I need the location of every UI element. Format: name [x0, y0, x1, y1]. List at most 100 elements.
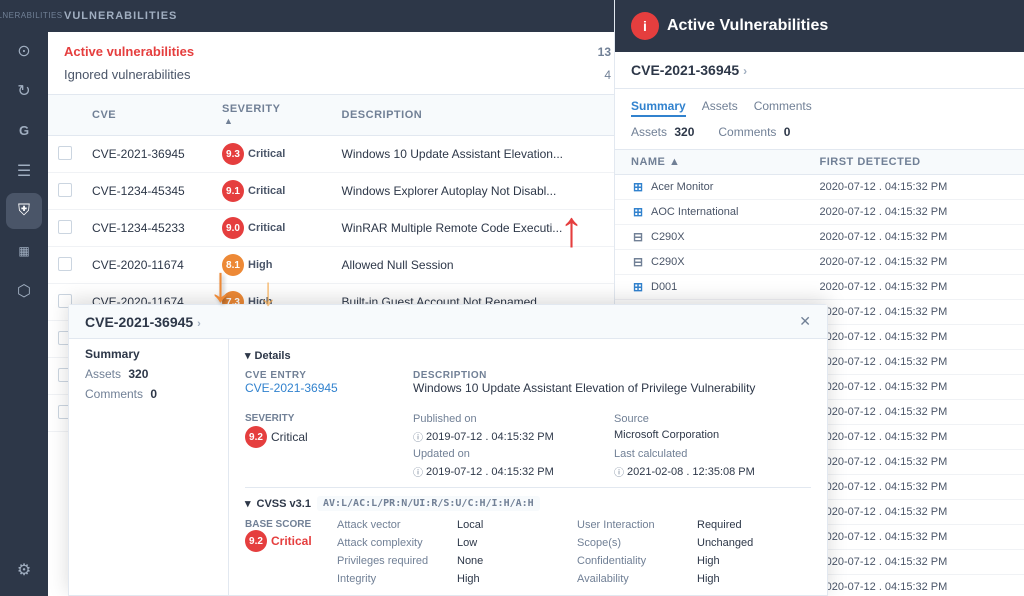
sidebar-item-settings[interactable]: ⚙	[6, 552, 42, 588]
asset-detected: 2020-07-12 . 04:15:32 PM	[820, 331, 1009, 343]
asset-detected: 2020-07-12 . 04:15:32 PM	[820, 556, 1009, 568]
cvss-field-value: High	[697, 555, 811, 567]
cvss-field-label: Confidentiality	[577, 555, 691, 567]
cvss-field-value: High	[697, 573, 811, 585]
asset-detected: 2020-07-12 . 04:15:32 PM	[820, 231, 1009, 243]
cvss-field-label: Attack complexity	[337, 537, 451, 549]
base-score-badge: 9.2	[245, 530, 267, 552]
row-checkbox[interactable]	[48, 247, 82, 284]
cvss-field-value: High	[457, 573, 571, 585]
sidebar-item-box[interactable]: ⬡	[6, 273, 42, 309]
summary-tabs: Summary Assets Comments	[631, 99, 1008, 117]
sidebar-item-graph[interactable]: G	[6, 113, 42, 149]
row-description: Windows 10 Update Assistant Elevation...	[332, 136, 627, 173]
row-checkbox[interactable]	[48, 173, 82, 210]
list-item[interactable]: ⊞ D001 2020-07-12 . 04:15:32 PM	[615, 275, 1024, 300]
cvss-field-label: Attack vector	[337, 519, 451, 531]
asset-detected: 2020-07-12 . 04:15:32 PM	[820, 506, 1009, 518]
source-value: Microsoft Corporation	[614, 429, 811, 444]
asset-detected: 2020-07-12 . 04:15:32 PM	[820, 431, 1009, 443]
table-row[interactable]: CVE-2020-11674 8.1 High Allowed Null Ses…	[48, 247, 627, 284]
table-row[interactable]: CVE-1234-45345 9.1 Critical Windows Expl…	[48, 173, 627, 210]
asset-detected: 2020-07-12 . 04:15:32 PM	[820, 381, 1009, 393]
right-panel-header: i Active Vulnerabilities	[615, 0, 1024, 52]
row-cve: CVE-2021-36945	[82, 136, 212, 173]
last-calc-value: ⓘ 2021-02-08 . 12:35:08 PM	[614, 464, 811, 479]
asset-name: ⊟ C290X	[631, 230, 820, 244]
description-section: Description Windows 10 Update Assistant …	[413, 370, 811, 395]
row-sev-extra	[302, 136, 332, 173]
detail-close-button[interactable]: ✕	[799, 313, 811, 330]
asset-detected: 2020-07-12 . 04:15:32 PM	[820, 456, 1009, 468]
asset-detected: 2020-07-12 . 04:15:32 PM	[820, 206, 1009, 218]
assets-table-header: NAME ▲ FIRST DETECTED	[615, 150, 1024, 175]
detail-panel: CVE-2021-36945 › ✕ Summary Assets 320 Co…	[68, 304, 828, 596]
asset-name: ⊞ AOC International	[631, 205, 820, 219]
asset-detected: 2020-07-12 . 04:15:32 PM	[820, 181, 1009, 193]
info-icon: i	[631, 12, 659, 40]
tab-assets[interactable]: Assets	[702, 99, 738, 117]
severity-section: SEVERITY 9.2 Critical	[245, 413, 405, 479]
detail-left-info: Summary Assets 320 Comments 0	[69, 339, 229, 595]
summary-stats: Assets 320 Comments 0	[631, 125, 1008, 139]
stat-comments: Comments 0	[718, 125, 790, 139]
asset-detected: 2020-07-12 . 04:15:32 PM	[820, 581, 1009, 593]
sidebar-vulnerabilities-label: VULNERABILITIES	[0, 8, 65, 25]
row-severity: 9.0 Critical	[212, 210, 302, 247]
sidebar: VULNERABILITIES ⊙ ↻ G ☰ ⛨ ▦ ⬡ ⚙	[0, 0, 48, 596]
cvss-field-value: Required	[697, 519, 811, 531]
published-value: ⓘ 2019-07-12 . 04:15:32 PM	[413, 429, 610, 444]
sidebar-item-refresh[interactable]: ↻	[6, 73, 42, 109]
row-severity: 9.3 Critical	[212, 136, 302, 173]
detail-assets-stat: Assets 320	[85, 367, 212, 381]
tab-summary[interactable]: Summary	[631, 99, 686, 117]
row-sev-extra	[302, 247, 332, 284]
asset-name: ⊟ C290X	[631, 255, 820, 269]
main-area: VULNERABILITIES Active vulnerabilities 1…	[48, 0, 1024, 596]
updated-value: ⓘ 2019-07-12 . 04:15:32 PM	[413, 464, 610, 479]
dates-section: Published on Source ⓘ 2019-07-12 . 04:15…	[413, 413, 811, 479]
asset-detected: 2020-07-12 . 04:15:32 PM	[820, 481, 1009, 493]
row-cve: CVE-1234-45233	[82, 210, 212, 247]
vuln-panel-header: VULNERABILITIES	[48, 0, 627, 32]
cvss-field-label: User Interaction	[577, 519, 691, 531]
cvss-field-label: Availability	[577, 573, 691, 585]
table-row[interactable]: CVE-1234-45233 9.0 Critical WinRAR Multi…	[48, 210, 627, 247]
cvss-field-label: Scope(s)	[577, 537, 691, 549]
list-item[interactable]: ⊞ AOC International 2020-07-12 . 04:15:3…	[615, 200, 1024, 225]
base-score-section: BASE SCORE 9.2 Critical Attack vectorLoc…	[245, 519, 811, 585]
cve-entry-section: CVE ENTRY CVE-2021-36945	[245, 370, 405, 395]
list-item[interactable]: ⊟ C290X 2020-07-12 . 04:15:32 PM	[615, 225, 1024, 250]
cvss-field-value: Local	[457, 519, 571, 531]
detail-summary-label: Summary	[85, 347, 212, 361]
cvss-field-value: None	[457, 555, 571, 567]
nav-active-vulns[interactable]: Active vulnerabilities 13	[64, 40, 611, 63]
cvss-field-label: Privileges required	[337, 555, 451, 567]
asset-name: ⊞ D001	[631, 280, 820, 294]
detail-panel-chevron: ›	[197, 318, 201, 330]
row-checkbox[interactable]	[48, 210, 82, 247]
detail-panel-header: CVE-2021-36945 › ✕	[69, 305, 827, 339]
row-checkbox[interactable]	[48, 136, 82, 173]
row-sev-extra	[302, 210, 332, 247]
arrow-down-orange: ↓	[208, 255, 233, 313]
cvss-header: ▾ CVSS v3.1 AV:L/AC:L/PR:N/UI:R/S:U/C:H/…	[245, 496, 811, 511]
col-header-severity[interactable]: SEVERITY ▲	[212, 95, 302, 136]
sidebar-item-chart[interactable]: ▦	[6, 233, 42, 269]
tab-comments[interactable]: Comments	[754, 99, 812, 117]
cvss-fields: Attack vector Local User Interaction Requir…	[337, 519, 811, 585]
list-item[interactable]: ⊞ Acer Monitor 2020-07-12 . 04:15:32 PM	[615, 175, 1024, 200]
sidebar-item-shield[interactable]: ⛨	[6, 193, 42, 229]
detail-panel-cve-title: CVE-2021-36945 ›	[85, 314, 201, 330]
list-item[interactable]: ⊟ C290X 2020-07-12 . 04:15:32 PM	[615, 250, 1024, 275]
sidebar-item-dashboard[interactable]: ⊙	[6, 33, 42, 69]
cvss-section: ▾ CVSS v3.1 AV:L/AC:L/PR:N/UI:R/S:U/C:H/…	[245, 487, 811, 585]
col-header-check	[48, 95, 82, 136]
severity-badge: 9.2	[245, 426, 267, 448]
asset-detected: 2020-07-12 . 04:15:32 PM	[820, 356, 1009, 368]
row-severity: 9.1 Critical	[212, 173, 302, 210]
sidebar-item-list[interactable]: ☰	[6, 153, 42, 189]
nav-ignored-vulns[interactable]: Ignored vulnerabilities 4	[64, 63, 611, 86]
table-row[interactable]: CVE-2021-36945 9.3 Critical Windows 10 U…	[48, 136, 627, 173]
asset-detected: 2020-07-12 . 04:15:32 PM	[820, 531, 1009, 543]
